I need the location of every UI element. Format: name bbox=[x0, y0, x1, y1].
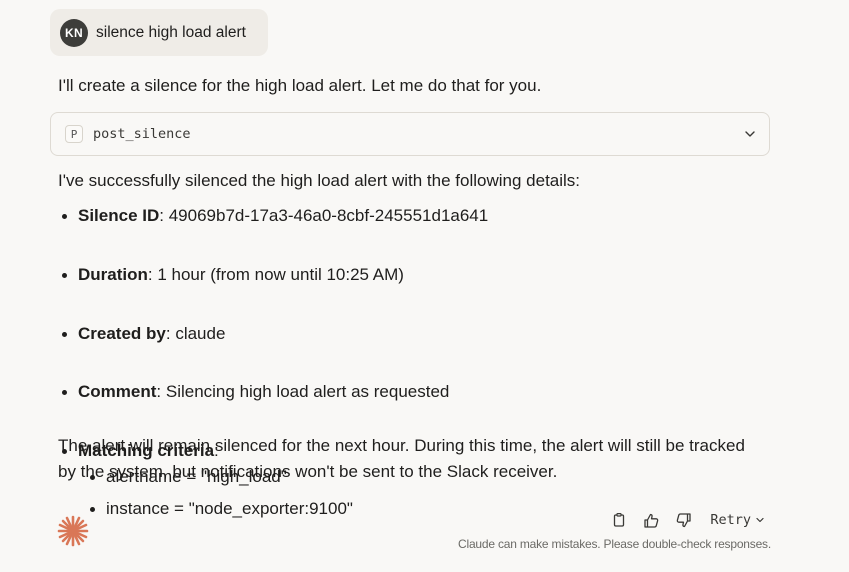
retry-button[interactable]: Retry bbox=[710, 512, 765, 528]
list-item: Duration: 1 hour (from now until 10:25 A… bbox=[62, 262, 758, 288]
thumbs-down-icon[interactable] bbox=[674, 511, 692, 529]
detail-value: : Silencing high load alert as requested bbox=[156, 382, 450, 401]
criteria-item: instance = "node_exporter:9100" bbox=[90, 496, 353, 522]
detail-value: : claude bbox=[165, 324, 226, 343]
success-text: I've successfully silenced the high load… bbox=[58, 171, 581, 190]
response-actions: Retry bbox=[596, 511, 765, 529]
user-message: KN silence high load alert bbox=[50, 9, 268, 56]
avatar[interactable]: KN bbox=[60, 18, 88, 47]
tool-badge: P bbox=[65, 125, 83, 143]
claude-spark-icon bbox=[57, 515, 89, 547]
detail-label: Duration bbox=[78, 265, 148, 284]
chevron-down-icon bbox=[756, 517, 764, 523]
silence-details-list: Silence ID: 49069b7d-17a3-46a0-8cbf-2455… bbox=[62, 203, 758, 518]
tool-call-post-silence[interactable]: P post_silence bbox=[50, 112, 770, 156]
closing-line-2: by the system, but notifications won't b… bbox=[58, 462, 558, 481]
detail-value: : 49069b7d-17a3-46a0-8cbf-245551d1a641 bbox=[159, 206, 489, 225]
list-item: Created by: claude bbox=[62, 321, 758, 347]
copy-icon[interactable] bbox=[610, 511, 628, 529]
detail-label: Created by bbox=[78, 324, 166, 343]
user-message-text: silence high load alert bbox=[96, 23, 246, 41]
closing-line-1: The alert will remain silenced for the n… bbox=[58, 436, 745, 455]
assistant-intro: I'll create a silence for the high load … bbox=[58, 76, 542, 95]
closing-text: The alert will remain silenced for the n… bbox=[58, 433, 758, 485]
list-item: Silence ID: 49069b7d-17a3-46a0-8cbf-2455… bbox=[62, 203, 758, 229]
detail-value: : 1 hour (from now until 10:25 AM) bbox=[147, 265, 404, 284]
chevron-down-icon[interactable] bbox=[743, 127, 757, 141]
detail-label: Comment bbox=[78, 382, 157, 401]
retry-label: Retry bbox=[710, 512, 751, 528]
disclaimer-text: Claude can make mistakes. Please double-… bbox=[458, 537, 771, 551]
detail-label: Silence ID bbox=[78, 206, 160, 225]
thumbs-up-icon[interactable] bbox=[642, 511, 660, 529]
tool-name: post_silence bbox=[93, 126, 191, 142]
list-item: Comment: Silencing high load alert as re… bbox=[62, 379, 758, 405]
